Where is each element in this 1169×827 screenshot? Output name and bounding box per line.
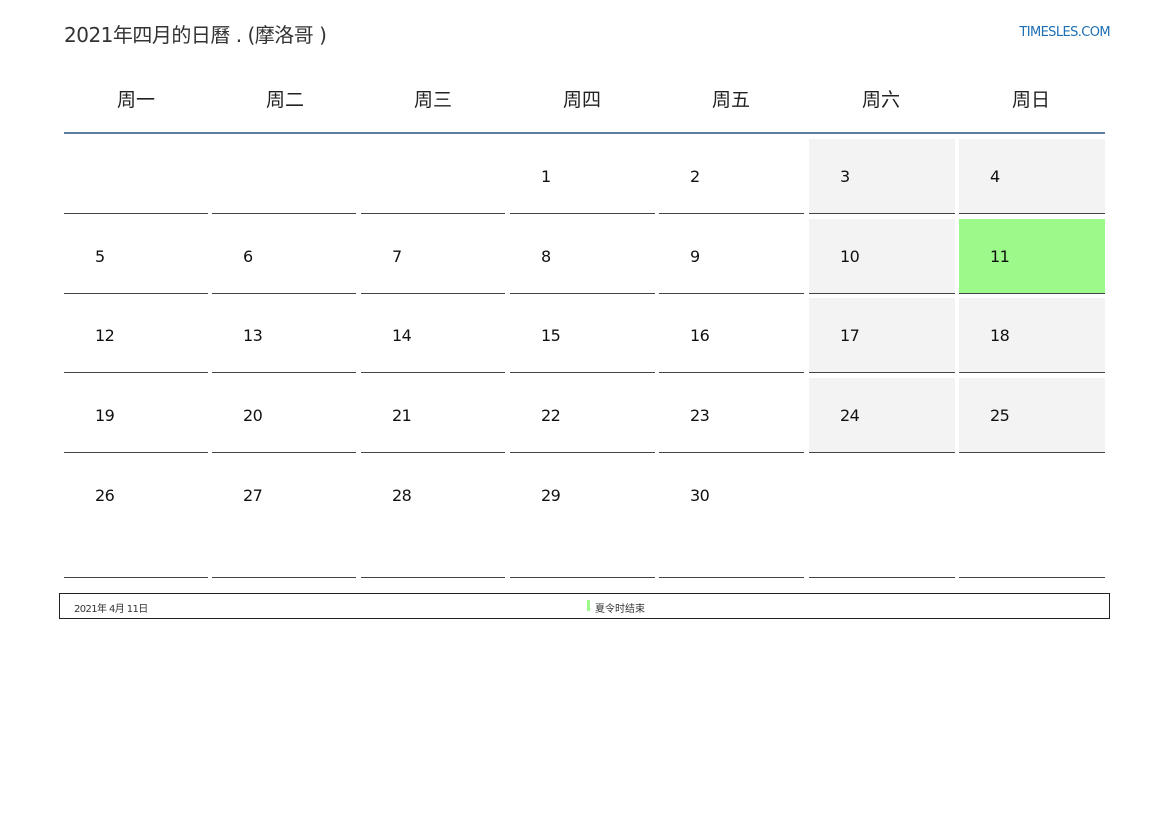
day-number: 2 xyxy=(690,167,700,186)
day-number: 29 xyxy=(541,486,561,505)
day-cell: 30 xyxy=(659,458,804,578)
day-number: 10 xyxy=(840,247,860,266)
day-number: 21 xyxy=(392,406,412,425)
day-number: 30 xyxy=(690,486,710,505)
day-number: 5 xyxy=(95,247,105,266)
day-number: 28 xyxy=(392,486,412,505)
day-cell: 6 xyxy=(212,219,356,294)
day-cell: 25 xyxy=(959,378,1105,453)
day-number: 26 xyxy=(95,486,115,505)
day-cell: 4 xyxy=(959,139,1105,214)
day-number: 16 xyxy=(690,326,710,345)
weekday-fri: 周五 xyxy=(711,89,750,111)
day-cell: 3 xyxy=(809,139,955,214)
empty-day-cell xyxy=(64,139,208,214)
day-cell: 28 xyxy=(361,458,505,578)
legend: 2021年 4月 11日 夏令时结束 xyxy=(59,593,1110,619)
day-number: 11 xyxy=(990,247,1010,266)
day-cell: 11 xyxy=(959,219,1105,294)
day-cell: 16 xyxy=(659,298,804,373)
day-cell: 15 xyxy=(510,298,655,373)
day-cell: 1 xyxy=(510,139,655,214)
day-number: 20 xyxy=(243,406,263,425)
empty-day-cell xyxy=(809,458,955,578)
legend-event: 夏令时结束 xyxy=(595,604,645,615)
day-number: 14 xyxy=(392,326,412,345)
day-cell: 10 xyxy=(809,219,955,294)
day-cell: 17 xyxy=(809,298,955,373)
weekday-header: 周一 周二 周三 周四 周五 周六 周日 xyxy=(64,80,1105,134)
day-cell: 5 xyxy=(64,219,208,294)
day-number: 8 xyxy=(541,247,551,266)
day-number: 22 xyxy=(541,406,561,425)
day-cell: 26 xyxy=(64,458,208,578)
day-cell: 7 xyxy=(361,219,505,294)
day-number: 23 xyxy=(690,406,710,425)
day-cell: 29 xyxy=(510,458,655,578)
day-number: 19 xyxy=(95,406,115,425)
day-number: 3 xyxy=(840,167,850,186)
day-number: 13 xyxy=(243,326,263,345)
day-number: 9 xyxy=(690,247,700,266)
day-cell: 2 xyxy=(659,139,804,214)
empty-day-cell xyxy=(959,458,1105,578)
day-number: 1 xyxy=(541,167,551,186)
site-link[interactable]: TIMESLES.COM xyxy=(1019,25,1110,40)
day-cell: 14 xyxy=(361,298,505,373)
day-cell: 22 xyxy=(510,378,655,453)
day-number: 15 xyxy=(541,326,561,345)
empty-day-cell xyxy=(212,139,356,214)
day-number: 7 xyxy=(392,247,402,266)
day-cell: 20 xyxy=(212,378,356,453)
day-cell: 9 xyxy=(659,219,804,294)
empty-day-cell xyxy=(361,139,505,214)
day-number: 25 xyxy=(990,406,1010,425)
day-cell: 13 xyxy=(212,298,356,373)
day-number: 6 xyxy=(243,247,253,266)
day-number: 12 xyxy=(95,326,115,345)
day-cell: 24 xyxy=(809,378,955,453)
day-cell: 19 xyxy=(64,378,208,453)
weekday-sat: 周六 xyxy=(861,89,900,111)
legend-date: 2021年 4月 11日 xyxy=(74,604,148,615)
day-number: 17 xyxy=(840,326,860,345)
weekday-wed: 周三 xyxy=(413,89,452,111)
day-number: 24 xyxy=(840,406,860,425)
day-cell: 8 xyxy=(510,219,655,294)
day-cell: 23 xyxy=(659,378,804,453)
day-cell: 21 xyxy=(361,378,505,453)
legend-swatch xyxy=(587,600,590,611)
page-title: 2021年四月的日曆 . (摩洛哥 ) xyxy=(64,23,327,47)
day-cell: 18 xyxy=(959,298,1105,373)
day-number: 18 xyxy=(990,326,1010,345)
day-cell: 12 xyxy=(64,298,208,373)
weekday-sun: 周日 xyxy=(1011,89,1050,111)
day-number: 27 xyxy=(243,486,263,505)
day-cell: 27 xyxy=(212,458,356,578)
weekday-thu: 周四 xyxy=(562,89,601,111)
day-number: 4 xyxy=(990,167,1000,186)
weekday-mon: 周一 xyxy=(116,89,155,111)
weekday-tue: 周二 xyxy=(265,89,304,111)
